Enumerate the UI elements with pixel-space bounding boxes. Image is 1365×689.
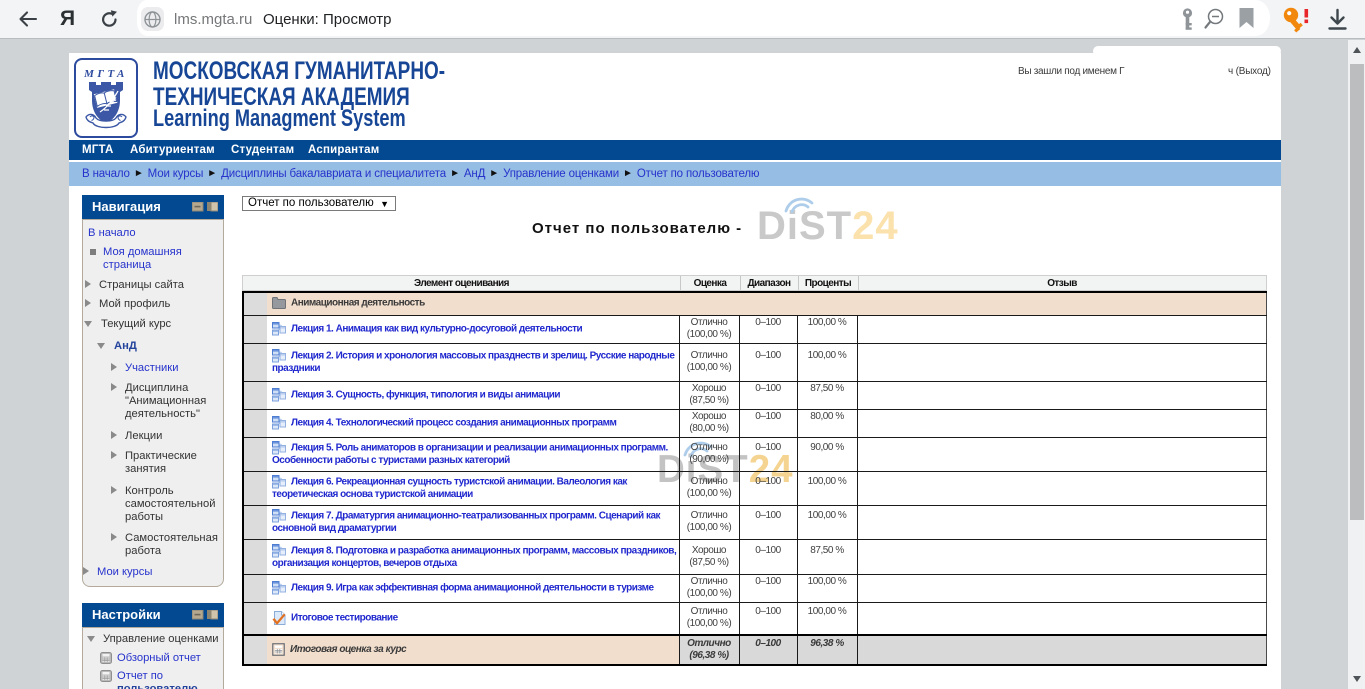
svg-text:МГТА: МГТА <box>83 68 128 80</box>
